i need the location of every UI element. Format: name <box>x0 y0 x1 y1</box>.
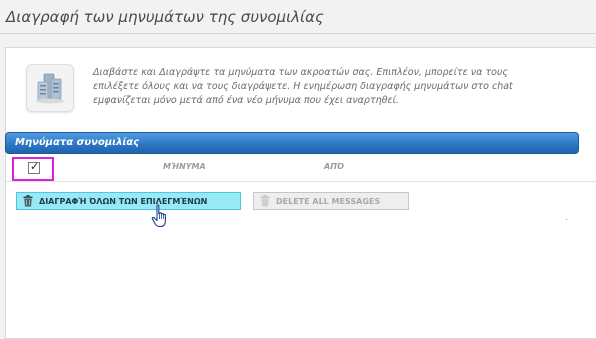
column-header-from[interactable]: ΑΠΌ <box>324 162 344 171</box>
hand-cursor-icon <box>151 204 166 228</box>
stray-dot <box>566 219 567 220</box>
info-line-2: επιλέξετε όλους και να τους διαγράψετε. … <box>93 81 513 92</box>
info-description: Διαβάστε και Διαγράψτε τα μηνύματα των α… <box>93 66 563 108</box>
table-header-divider <box>5 181 596 182</box>
delete-selected-label: ΔΙΑΓΡΑΦΉ ΌΛΩΝ ΤΩΝ ΕΠΙΛΕΓΜΈΝΩΝ <box>39 197 208 206</box>
column-header-message[interactable]: ΜΉΝΥΜΑ <box>163 162 206 171</box>
section-header: Μηνύματα συνομιλίας <box>5 132 579 154</box>
info-line-3: εμφανίζεται μόνο μετά από ένα νέο μήνυμα… <box>93 95 399 106</box>
section-title: Μηνύματα συνομιλίας <box>15 137 140 148</box>
select-all-checkbox[interactable]: ✓ <box>28 160 40 174</box>
trash-icon <box>23 195 33 207</box>
trash-icon <box>260 195 270 207</box>
delete-selected-button[interactable]: ΔΙΑΓΡΑΦΉ ΌΛΩΝ ΤΩΝ ΕΠΙΛΕΓΜΈΝΩΝ <box>16 192 241 210</box>
chat-messages-icon <box>26 64 74 112</box>
page-title: Διαγραφή των μηνυμάτων της συνομιλίας <box>6 8 324 26</box>
delete-all-button[interactable]: DELETE ALL MESSAGES <box>253 192 409 210</box>
info-line-1: Διαβάστε και Διαγράψτε τα μηνύματα των α… <box>93 67 508 78</box>
title-divider <box>0 33 596 34</box>
delete-all-label: DELETE ALL MESSAGES <box>276 197 381 206</box>
checkmark-icon: ✓ <box>30 160 40 173</box>
